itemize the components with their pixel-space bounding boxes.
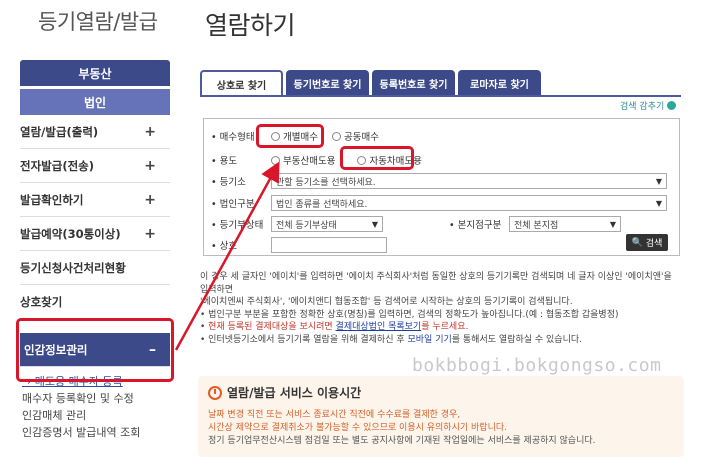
sub-item-buyer-check[interactable]: 매수자 등록확인 및 수정	[22, 390, 170, 407]
label-corp-type: • 법인구분	[211, 199, 255, 210]
row-trade-name: • 상호	[211, 237, 387, 253]
search-icon: 🔍	[631, 237, 643, 248]
chevron-down-icon: ▼	[609, 219, 616, 229]
sidebar-item-view-issue[interactable]: 열람/발급(출력) +	[20, 115, 170, 149]
service-line: 날짜 변경 직전 또는 서비스 종료시간 직전에 수수료를 결제한 경우,	[208, 410, 461, 420]
radio-real-estate-sale[interactable]: 부동산매도용	[271, 153, 335, 167]
service-text: 날짜 변경 직전 또는 서비스 종료시간 직전에 수수료를 결제한 경우, 시간…	[208, 409, 674, 448]
service-title-text: 열람/발급 서비스 이용시간	[227, 386, 362, 400]
tab-underline	[200, 95, 681, 97]
payment-list-link[interactable]: 결제대상법인 목록보기	[336, 322, 422, 332]
registry-status-select[interactable]: 전체 등기부상태 ▼	[271, 216, 383, 232]
highlight-seal-info-menu	[16, 318, 174, 382]
highlight-car-sale	[340, 146, 414, 170]
radio-circle-icon	[271, 155, 280, 165]
branch-type-select[interactable]: 전체 본지점 ▼	[509, 216, 621, 232]
sidebar-item-electronic-issue[interactable]: 전자발급(전송) +	[20, 149, 170, 183]
sidebar-item-label: 열람/발급(출력)	[20, 124, 99, 139]
clock-icon	[208, 385, 222, 400]
label-registry-status: • 등기부상태	[211, 220, 264, 231]
sidebar-item-issue-reservation[interactable]: 발급예약(30통이상) +	[20, 217, 170, 251]
search-tabs: 상호로 찾기 등기번호로 찾기 등록번호로 찾기 로마자로 찾기	[200, 70, 544, 96]
note-line: • 법인구분 부분을 포함한 정확한 상호(명칭)를 입력하면, 검색의 정확도…	[200, 309, 619, 320]
select-value: 법인 종류를 선택하세요.	[276, 199, 368, 210]
highlight-individual-buy	[256, 124, 324, 148]
label-branch-type: • 본지점구분	[449, 220, 502, 231]
toggle-up-icon	[667, 101, 677, 110]
plus-icon: +	[144, 157, 156, 174]
select-value: 전체 등기부상태	[276, 220, 337, 231]
label-trade-name: • 상호	[211, 241, 238, 252]
search-hide-toggle[interactable]: 검색 감추기	[620, 99, 677, 112]
tab-roman[interactable]: 로마자로 찾기	[458, 70, 541, 96]
trade-name-input[interactable]	[271, 237, 387, 253]
note-line: • 현재 등록된 결제대상을 보시려면 결제대상법인 목록보기를 누르세요.	[200, 322, 469, 332]
row-registry-office: • 등기소 관할 등기소를 선택하세요. ▼	[211, 173, 667, 189]
service-line: 시간상 제약으로 결제취소가 불가능할 수 있으므로 이용시 유의하시기 바랍니…	[208, 423, 507, 433]
sidebar: 부동산 법인 열람/발급(출력) + 전자발급(전송) + 발급확인하기 + 발…	[20, 60, 170, 441]
service-title: 열람/발급 서비스 이용시간	[208, 384, 674, 401]
service-hours-box: 열람/발급 서비스 이용시간 날짜 변경 직전 또는 서비스 종료시간 직전에 …	[198, 376, 684, 457]
plus-icon: +	[144, 191, 156, 208]
sidebar-button-corporation[interactable]: 법인	[20, 89, 170, 115]
sidebar-item-issue-check[interactable]: 발급확인하기 +	[20, 183, 170, 217]
sidebar-item-label: 발급예약(30통이상)	[20, 226, 121, 241]
select-value: 전체 본지점	[514, 220, 559, 231]
search-hide-label: 검색 감추기	[620, 102, 665, 112]
row-corp-type: • 법인구분 법인 종류를 선택하세요. ▼	[211, 195, 667, 211]
sub-item-seal-media[interactable]: 인감매체 관리	[22, 407, 170, 424]
service-line: 정기 등기업무전산시스템 점검일 또는 별도 공지사항에 기재된 작업일에는 서…	[208, 436, 596, 446]
sidebar-button-real-estate[interactable]: 부동산	[20, 60, 170, 86]
note-line: • 인터넷등기소에서 등기기록 열람을 위해 결제하신 후 모바일 기기를 통해…	[200, 334, 582, 345]
search-button[interactable]: 🔍 검색	[626, 234, 668, 251]
radio-joint[interactable]: 공동매수	[331, 129, 379, 143]
search-notes: 이 경우 세 글자인 '에이치'를 입력하면 '에이치 주식회사'처럼 동일한 …	[200, 271, 680, 346]
sidebar-item-label: 상호찾기	[20, 294, 63, 309]
sidebar-item-label: 등기신청사건처리현황	[20, 260, 126, 275]
corp-type-select[interactable]: 법인 종류를 선택하세요. ▼	[271, 195, 667, 211]
row-registry-status: • 등기부상태 전체 등기부상태 ▼ • 본지점구분 전체 본지점 ▼	[211, 216, 621, 232]
sidebar-item-trade-name-search[interactable]: 상호찾기	[20, 285, 170, 319]
registry-office-select[interactable]: 관할 등기소를 선택하세요. ▼	[271, 173, 667, 189]
plus-icon: +	[144, 225, 156, 242]
select-value: 관할 등기소를 선택하세요.	[276, 177, 376, 188]
sub-item-seal-history[interactable]: 인감증명서 발급내역 조회	[22, 424, 170, 441]
note-line: '에이치엔씨 주식회사', '에이치앤디 협동조합' 등 검색어로 시작하는 상…	[200, 297, 573, 307]
note-line: 이 경우 세 글자인 '에이치'를 입력하면 '에이치 주식회사'처럼 동일한 …	[200, 272, 672, 295]
label-usage: • 용도	[211, 156, 238, 167]
tab-registration-number[interactable]: 등록번호로 찾기	[372, 70, 455, 96]
sidebar-item-case-status[interactable]: 등기신청사건처리현황	[20, 251, 170, 285]
radio-label: 부동산매도용	[283, 156, 336, 167]
sidebar-title: 등기열람/발급	[38, 10, 158, 34]
chevron-down-icon: ▼	[655, 198, 662, 208]
chevron-down-icon: ▼	[655, 176, 662, 186]
plus-icon: +	[144, 123, 156, 140]
sidebar-item-label: 발급확인하기	[20, 192, 84, 207]
search-button-label: 검색	[645, 239, 663, 249]
watermark: bokbbogi.bokgongso.com	[412, 355, 662, 376]
chevron-down-icon: ▼	[371, 219, 378, 229]
radio-circle-icon	[331, 131, 341, 141]
tab-trade-name[interactable]: 상호로 찾기	[200, 70, 283, 96]
tab-registry-number[interactable]: 등기번호로 찾기	[286, 70, 369, 96]
sidebar-item-label: 전자발급(전송)	[20, 158, 94, 173]
radio-label: 공동매수	[343, 132, 379, 143]
page-title: 열람하기	[205, 11, 296, 40]
label-registry-office: • 등기소	[211, 177, 246, 188]
